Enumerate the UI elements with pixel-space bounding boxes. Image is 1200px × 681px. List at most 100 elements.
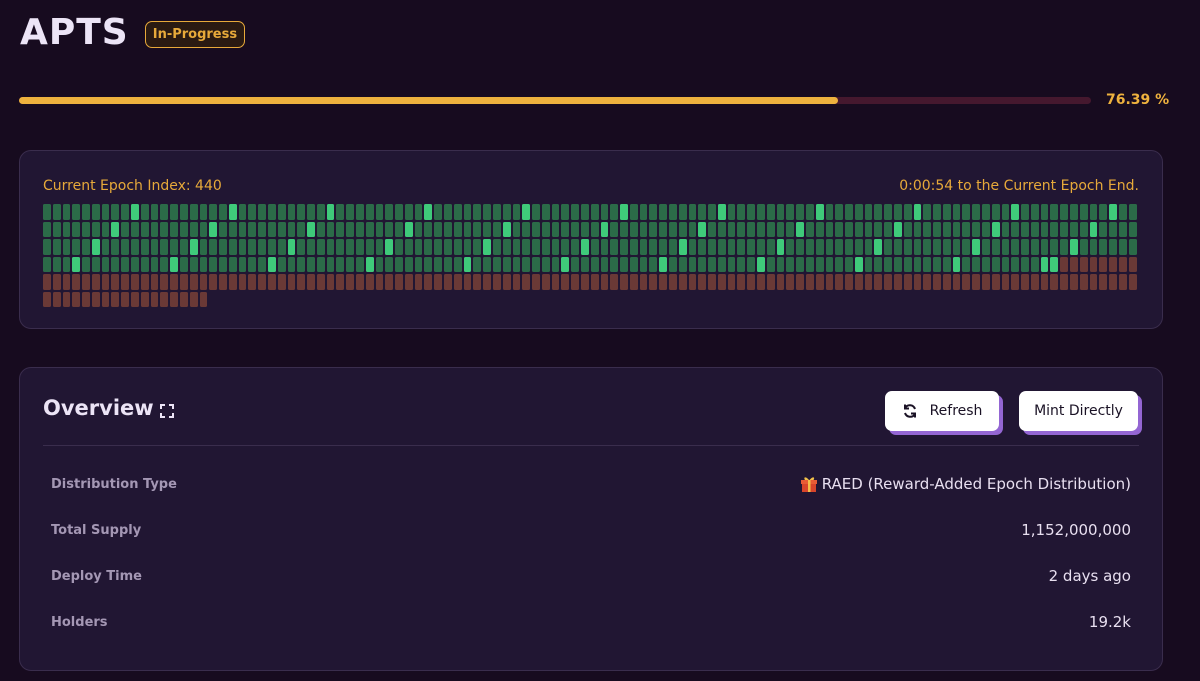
epoch-cell-pending (717, 274, 726, 290)
refresh-button[interactable]: Refresh (885, 391, 999, 431)
epoch-cell-pending (874, 274, 883, 290)
epoch-cell-completed (649, 256, 658, 272)
epoch-cell-pending (1030, 274, 1039, 290)
epoch-cell-completed (502, 221, 511, 237)
epoch-cell-pending (962, 274, 971, 290)
epoch-cell-completed (982, 239, 990, 255)
mint-progress-label: 76.39 % (1106, 92, 1170, 108)
epoch-cell-completed (913, 239, 922, 255)
epoch-cell-completed (942, 204, 951, 220)
epoch-cell-completed (160, 239, 169, 255)
epoch-cell-completed (688, 239, 697, 255)
epoch-cell-pending (199, 291, 208, 307)
epoch-cell-completed (893, 221, 902, 237)
total-supply-value: 1,152,000,000 (1021, 521, 1131, 539)
epoch-cell-completed (688, 221, 697, 237)
epoch-cell-completed (903, 256, 912, 272)
epoch-cell-completed (541, 204, 550, 220)
epoch-cell-completed (512, 221, 521, 237)
epoch-cell-completed (620, 221, 628, 237)
mint-progress-fill (19, 97, 838, 104)
epoch-cell-completed (160, 204, 169, 220)
epoch-cell-completed (453, 221, 462, 237)
epoch-cell-pending (395, 274, 403, 290)
epoch-cell-completed (571, 256, 579, 272)
epoch-cell-completed (698, 256, 707, 272)
epoch-cell-completed (962, 221, 971, 237)
mint-directly-button[interactable]: Mint Directly (1019, 391, 1138, 431)
epoch-cell-completed (1060, 239, 1069, 255)
epoch-cell-completed (727, 204, 736, 220)
epoch-cell-completed (512, 256, 521, 272)
epoch-cell-completed (796, 204, 804, 220)
epoch-cell-completed (903, 239, 912, 255)
expand-icon[interactable] (160, 404, 174, 418)
epoch-cell-completed (561, 204, 570, 220)
epoch-cell-completed (326, 204, 335, 220)
epoch-cell-completed (385, 239, 394, 255)
epoch-cell-completed (365, 239, 374, 255)
epoch-countdown: 0:00:54 to the Current Epoch End. (899, 178, 1139, 194)
epoch-cell-completed (747, 256, 756, 272)
epoch-cell-pending (669, 274, 677, 290)
epoch-cell-pending (326, 274, 335, 290)
epoch-cell-completed (91, 256, 100, 272)
epoch-cell-completed (639, 204, 648, 220)
epoch-cell-completed (1118, 221, 1127, 237)
epoch-cell-completed (140, 221, 149, 237)
epoch-cell-completed (717, 256, 726, 272)
epoch-cell-completed (571, 221, 579, 237)
epoch-cell-completed (179, 221, 188, 237)
refresh-button-label: Refresh (929, 403, 983, 419)
epoch-cell-completed (43, 239, 51, 255)
epoch-cell-completed (1040, 221, 1049, 237)
epoch-cell-pending (219, 274, 227, 290)
epoch-card: Current Epoch Index: 440 0:00:54 to the … (19, 150, 1163, 329)
epoch-cell-completed (874, 239, 883, 255)
epoch-cell-completed (258, 221, 266, 237)
epoch-cell-completed (717, 239, 726, 255)
epoch-cell-completed (659, 239, 667, 255)
overview-title: Overview (43, 396, 154, 420)
epoch-cell-completed (610, 239, 619, 255)
epoch-cell-completed (248, 204, 257, 220)
epoch-cell-completed (815, 256, 824, 272)
epoch-cell-completed (727, 239, 736, 255)
epoch-cell-completed (551, 239, 560, 255)
epoch-cell-completed (933, 256, 941, 272)
epoch-cell-pending (776, 274, 785, 290)
epoch-cell-completed (121, 239, 130, 255)
epoch-cell-completed (854, 256, 863, 272)
epoch-cell-completed (757, 221, 765, 237)
epoch-cell-pending (72, 274, 81, 290)
epoch-cell-completed (297, 256, 306, 272)
epoch-cell-completed (219, 221, 227, 237)
epoch-cell-completed (316, 239, 325, 255)
epoch-cell-completed (942, 256, 951, 272)
epoch-cell-completed (424, 204, 433, 220)
epoch-cell-pending (483, 274, 491, 290)
epoch-cell-pending (346, 274, 354, 290)
epoch-cell-pending (267, 274, 276, 290)
epoch-cell-pending (43, 274, 51, 290)
epoch-cell-completed (835, 256, 844, 272)
epoch-cell-pending (698, 274, 707, 290)
epoch-cell-completed (678, 239, 687, 255)
epoch-cell-pending (170, 291, 178, 307)
epoch-cell-completed (72, 256, 81, 272)
page-header: APTS In-Progress (20, 12, 246, 53)
epoch-cell-completed (825, 221, 834, 237)
epoch-cell-completed (492, 239, 501, 255)
epoch-cell-completed (492, 221, 501, 237)
epoch-cell-pending (580, 274, 589, 290)
epoch-cell-pending (1070, 256, 1078, 272)
epoch-cell-completed (131, 204, 139, 220)
epoch-cell-completed (991, 204, 1000, 220)
epoch-cell-completed (991, 256, 1000, 272)
epoch-cell-completed (43, 256, 51, 272)
epoch-cell-completed (365, 204, 374, 220)
epoch-cell-completed (688, 204, 697, 220)
epoch-cell-completed (522, 204, 531, 220)
epoch-cell-completed (669, 256, 677, 272)
epoch-cell-pending (248, 274, 257, 290)
